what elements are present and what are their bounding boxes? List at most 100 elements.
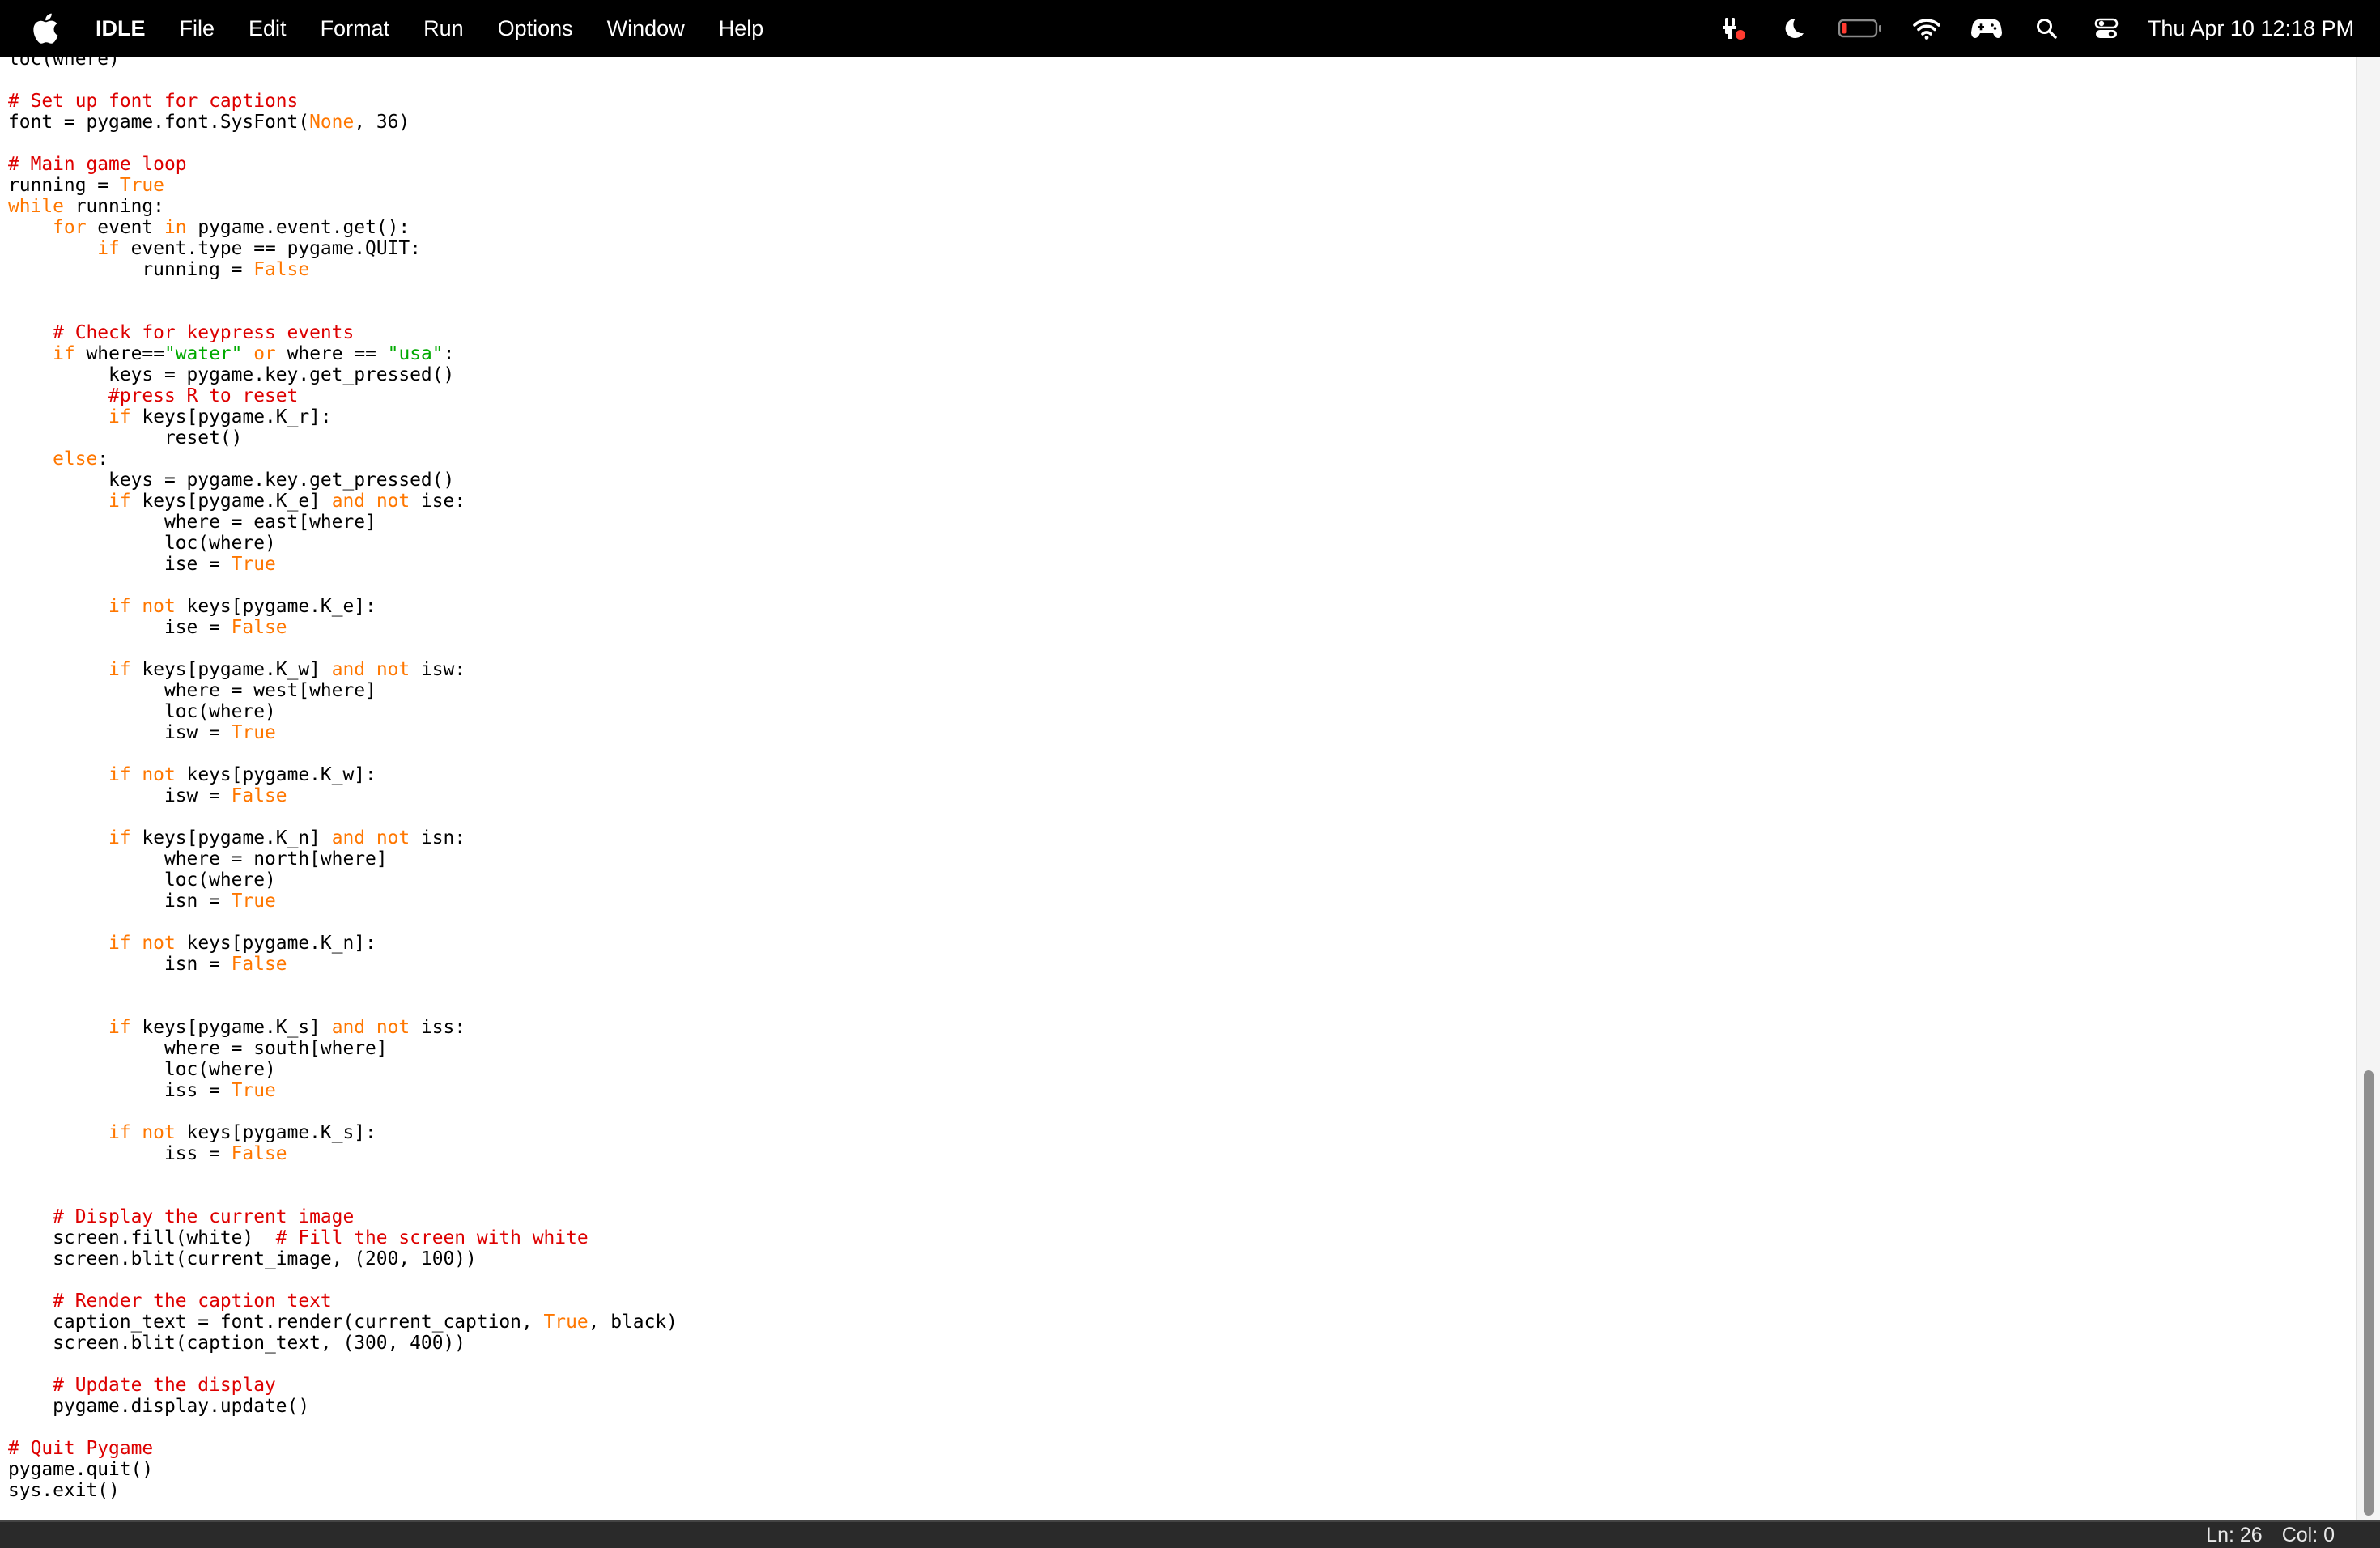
code-line[interactable] <box>8 912 678 933</box>
code-line[interactable]: loc(where) <box>8 701 678 722</box>
code-line[interactable]: pygame.quit() <box>8 1459 678 1480</box>
wifi-icon[interactable] <box>1910 12 1943 45</box>
code-line[interactable]: if keys[pygame.K_w] and not isw: <box>8 659 678 680</box>
code-line[interactable]: if not keys[pygame.K_w]: <box>8 764 678 785</box>
menu-file[interactable]: File <box>163 0 232 57</box>
code-line[interactable]: # Check for keypress events <box>8 322 678 343</box>
code-line[interactable] <box>8 1354 678 1375</box>
code-line[interactable]: if not keys[pygame.K_n]: <box>8 933 678 954</box>
code-line[interactable]: if keys[pygame.K_n] and not isn: <box>8 827 678 848</box>
recording-tools-icon[interactable] <box>1718 12 1750 45</box>
code-line[interactable] <box>8 975 678 996</box>
menu-help[interactable]: Help <box>702 0 781 57</box>
moon-icon[interactable] <box>1778 12 1810 45</box>
code-line[interactable]: loc(where) <box>8 870 678 891</box>
code-line[interactable]: isn = False <box>8 954 678 975</box>
code-line[interactable]: for event in pygame.event.get(): <box>8 217 678 238</box>
code-line[interactable]: reset() <box>8 427 678 449</box>
code-line[interactable] <box>8 133 678 154</box>
code-line[interactable] <box>8 996 678 1017</box>
code-line[interactable]: loc(where) <box>8 57 678 70</box>
code-line[interactable] <box>8 301 678 322</box>
code-line[interactable]: else: <box>8 449 678 470</box>
code-line[interactable]: where = west[where] <box>8 680 678 701</box>
code-line[interactable]: keys = pygame.key.get_pressed() <box>8 470 678 491</box>
code-token: keys = pygame.key.get_pressed() <box>8 364 455 385</box>
code-line[interactable]: # Quit Pygame <box>8 1438 678 1459</box>
code-line[interactable]: if keys[pygame.K_e] and not ise: <box>8 491 678 512</box>
code-line[interactable]: # Render the caption text <box>8 1291 678 1312</box>
code-line[interactable]: where = north[where] <box>8 848 678 870</box>
menu-format[interactable]: Format <box>304 0 407 57</box>
code-line[interactable] <box>8 1269 678 1291</box>
code-line[interactable]: if not keys[pygame.K_s]: <box>8 1122 678 1143</box>
code-line[interactable]: sys.exit() <box>8 1480 678 1501</box>
battery-icon[interactable] <box>1838 12 1883 45</box>
menu-bar-clock[interactable]: Thu Apr 10 12:18 PM <box>2148 16 2354 41</box>
code-line[interactable]: if keys[pygame.K_r]: <box>8 406 678 427</box>
code-line[interactable]: where = east[where] <box>8 512 678 533</box>
code-line[interactable] <box>8 1417 678 1438</box>
code-line[interactable] <box>8 1164 678 1185</box>
code-line[interactable]: while running: <box>8 196 678 217</box>
code-line[interactable]: if not keys[pygame.K_e]: <box>8 596 678 617</box>
code-text[interactable]: loc(where) # Set up font for captions fon… <box>8 57 678 1501</box>
code-line[interactable]: font = pygame.font.SysFont(None, 36) <box>8 112 678 133</box>
keyword-token: and not <box>331 659 410 680</box>
code-line[interactable]: caption_text = font.render(current_capti… <box>8 1312 678 1333</box>
search-icon[interactable] <box>2030 12 2063 45</box>
code-line[interactable]: isw = False <box>8 785 678 806</box>
code-editor[interactable]: loc(where) # Set up font for captions fon… <box>0 57 2356 1520</box>
code-line[interactable]: screen.blit(caption_text, (300, 400)) <box>8 1333 678 1354</box>
code-line[interactable]: iss = True <box>8 1080 678 1101</box>
code-line[interactable]: if where=="water" or where == "usa": <box>8 343 678 364</box>
comment-token: # Main game loop <box>8 154 187 175</box>
code-line[interactable]: screen.blit(current_image, (200, 100)) <box>8 1248 678 1269</box>
code-line[interactable]: loc(where) <box>8 533 678 554</box>
code-token: ise = <box>8 554 232 575</box>
keyword-token: if <box>97 238 120 259</box>
keyword-token: False <box>231 617 287 638</box>
code-line[interactable]: pygame.display.update() <box>8 1396 678 1417</box>
code-line[interactable]: where = south[where] <box>8 1038 678 1059</box>
code-line[interactable]: # Set up font for captions <box>8 91 678 112</box>
keyword-token: True <box>231 554 276 575</box>
menu-window[interactable]: Window <box>590 0 702 57</box>
code-line[interactable]: if event.type == pygame.QUIT: <box>8 238 678 259</box>
code-line[interactable]: keys = pygame.key.get_pressed() <box>8 364 678 385</box>
menu-run[interactable]: Run <box>406 0 481 57</box>
code-line[interactable]: screen.fill(white) # Fill the screen wit… <box>8 1227 678 1248</box>
code-line[interactable] <box>8 1101 678 1122</box>
code-token: keys[pygame.K_w] <box>130 659 332 680</box>
code-line[interactable]: # Display the current image <box>8 1206 678 1227</box>
code-line[interactable] <box>8 638 678 659</box>
code-line[interactable] <box>8 575 678 596</box>
code-line[interactable] <box>8 743 678 764</box>
code-line[interactable]: #press R to reset <box>8 385 678 406</box>
apple-menu-icon[interactable] <box>29 12 62 45</box>
keyword-token: True <box>119 175 164 196</box>
code-line[interactable]: # Main game loop <box>8 154 678 175</box>
code-line[interactable]: ise = True <box>8 554 678 575</box>
menu-edit[interactable]: Edit <box>232 0 304 57</box>
code-line[interactable]: isn = True <box>8 891 678 912</box>
app-menu-idle[interactable]: IDLE <box>84 0 163 57</box>
code-line[interactable]: if keys[pygame.K_s] and not iss: <box>8 1017 678 1038</box>
code-line[interactable]: ise = False <box>8 617 678 638</box>
gamepad-icon[interactable] <box>1970 12 2003 45</box>
vertical-scrollbar[interactable] <box>2356 57 2380 1520</box>
scrollbar-thumb[interactable] <box>2364 1070 2374 1516</box>
code-line[interactable] <box>8 70 678 91</box>
code-line[interactable]: isw = True <box>8 722 678 743</box>
code-line[interactable] <box>8 806 678 827</box>
code-line[interactable]: running = True <box>8 175 678 196</box>
control-center-icon[interactable] <box>2090 12 2123 45</box>
code-line[interactable]: iss = False <box>8 1143 678 1164</box>
menu-options[interactable]: Options <box>481 0 590 57</box>
code-line[interactable] <box>8 280 678 301</box>
code-line[interactable]: running = False <box>8 259 678 280</box>
code-line[interactable]: loc(where) <box>8 1059 678 1080</box>
code-line[interactable] <box>8 1185 678 1206</box>
code-line[interactable]: # Update the display <box>8 1375 678 1396</box>
